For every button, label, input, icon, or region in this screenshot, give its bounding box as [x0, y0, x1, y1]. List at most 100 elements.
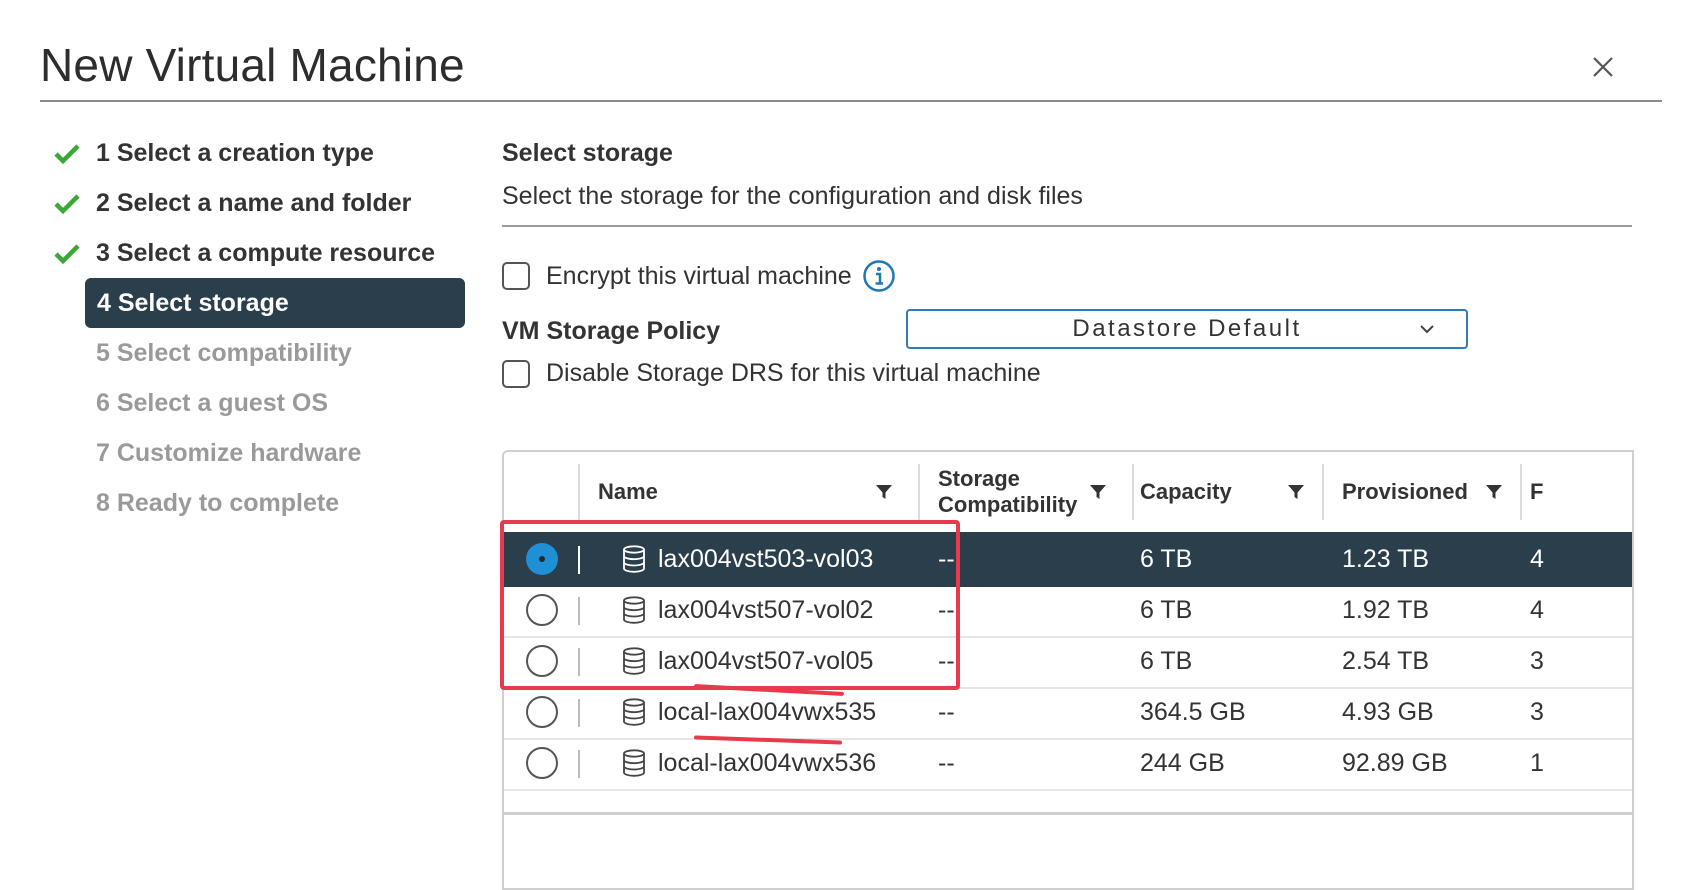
cell-compatibility: --	[938, 545, 955, 573]
database-icon	[623, 596, 645, 624]
datastore-grid: Name Storage Compatibility Capacity Prov…	[502, 450, 1634, 890]
column-divider	[1322, 464, 1324, 520]
row-divider	[578, 648, 580, 676]
cell-free: 3	[1530, 698, 1544, 726]
cell-capacity: 6 TB	[1140, 647, 1193, 675]
encrypt-option: Encrypt this virtual machine	[502, 259, 896, 293]
step-compute-resource[interactable]: 3 Select a compute resource	[52, 228, 472, 278]
cell-compatibility: --	[938, 749, 955, 777]
column-free-label: F	[1530, 479, 1544, 504]
cell-capacity: 244 GB	[1140, 749, 1225, 777]
row-divider	[578, 597, 580, 625]
table-row[interactable]: lax004vst507-vol02 -- 6 TB 1.92 TB 4	[504, 583, 1632, 638]
step-guest-os[interactable]: 6 Select a guest OS	[52, 378, 472, 428]
column-divider	[1520, 464, 1522, 520]
cell-provisioned: 1.23 TB	[1342, 545, 1430, 573]
check-icon	[54, 144, 80, 165]
filter-icon[interactable]	[1286, 482, 1306, 502]
column-divider	[918, 464, 920, 520]
cell-provisioned: 1.92 TB	[1342, 596, 1430, 624]
cell-name: local-lax004vwx536	[658, 749, 877, 777]
row-divider	[578, 750, 580, 778]
step-compatibility[interactable]: 5 Select compatibility	[52, 328, 472, 378]
header-divider	[40, 100, 1662, 102]
disable-drs-option: Disable Storage DRS for this virtual mac…	[502, 359, 1041, 388]
section-description: Select the storage for the configuration…	[502, 182, 1083, 210]
step-label: 7 Customize hardware	[96, 439, 362, 467]
table-row[interactable]: local-lax004vwx535 -- 364.5 GB 4.93 GB 3	[504, 685, 1632, 740]
row-radio[interactable]	[526, 645, 558, 677]
database-icon	[623, 749, 645, 777]
table-row[interactable]: local-lax004vwx536 -- 244 GB 92.89 GB 1	[504, 736, 1632, 791]
row-radio[interactable]	[526, 594, 558, 626]
step-label: 8 Ready to complete	[96, 489, 340, 517]
step-name-folder[interactable]: 2 Select a name and folder	[52, 178, 472, 228]
row-radio[interactable]	[526, 696, 558, 728]
cell-compatibility: --	[938, 647, 955, 675]
database-icon	[623, 647, 645, 675]
filter-icon[interactable]	[1088, 482, 1108, 502]
step-customize-hardware[interactable]: 7 Customize hardware	[52, 428, 472, 478]
check-icon	[54, 194, 80, 215]
column-capacity-label: Capacity	[1140, 479, 1232, 504]
cell-provisioned: 2.54 TB	[1342, 647, 1430, 675]
row-radio[interactable]	[526, 543, 558, 575]
grid-footer-line	[504, 812, 1632, 815]
info-icon[interactable]	[862, 259, 896, 293]
encrypt-checkbox[interactable]	[502, 262, 530, 290]
cell-compatibility: --	[938, 698, 955, 726]
cell-free: 1	[1530, 749, 1544, 777]
step-label: 6 Select a guest OS	[96, 389, 329, 417]
column-provisioned-label: Provisioned	[1342, 479, 1468, 504]
row-radio[interactable]	[526, 747, 558, 779]
encrypt-label: Encrypt this virtual machine	[546, 261, 852, 290]
cell-free: 3	[1530, 647, 1544, 675]
step-ready-to-complete[interactable]: 8 Ready to complete	[52, 478, 472, 528]
database-icon	[623, 698, 645, 726]
step-creation-type[interactable]: 1 Select a creation type	[52, 128, 472, 178]
step-label: 4 Select storage	[97, 289, 289, 317]
cell-capacity: 6 TB	[1140, 596, 1193, 624]
row-divider	[578, 699, 580, 727]
column-compat-label: Storage Compatibility	[938, 466, 1078, 517]
column-divider	[1132, 464, 1134, 520]
table-row[interactable]: lax004vst507-vol05 -- 6 TB 2.54 TB 3	[504, 634, 1632, 689]
column-divider	[578, 464, 580, 520]
storage-policy-label: VM Storage Policy	[502, 317, 721, 345]
cell-provisioned: 92.89 GB	[1342, 749, 1448, 777]
filter-icon[interactable]	[1484, 482, 1504, 502]
step-label: 3 Select a compute resource	[96, 239, 436, 267]
cell-capacity: 364.5 GB	[1140, 698, 1246, 726]
check-icon	[54, 244, 80, 265]
step-storage[interactable]: 4 Select storage	[85, 278, 465, 328]
storage-policy-select[interactable]: Datastore Default	[906, 309, 1468, 349]
column-storage-compatibility[interactable]: Storage Compatibility	[938, 452, 1118, 532]
row-divider	[578, 546, 580, 574]
cell-capacity: 6 TB	[1140, 545, 1193, 573]
chevron-down-icon	[1420, 325, 1434, 334]
storage-panel: Select storage Select the storage for th…	[502, 135, 1632, 388]
cell-free: 4	[1530, 545, 1544, 573]
grid-header: Name Storage Compatibility Capacity Prov…	[504, 452, 1632, 534]
storage-policy-value: Datastore Default	[1072, 315, 1302, 342]
disable-drs-checkbox[interactable]	[502, 359, 530, 388]
close-icon[interactable]	[1588, 52, 1618, 82]
filter-icon[interactable]	[874, 482, 894, 502]
column-free[interactable]: F	[1530, 452, 1610, 532]
step-label: 1 Select a creation type	[96, 139, 374, 167]
column-capacity[interactable]: Capacity	[1140, 452, 1320, 532]
cell-compatibility: --	[938, 596, 955, 624]
column-name-label: Name	[598, 479, 658, 504]
section-title: Select storage	[502, 139, 673, 167]
column-provisioned[interactable]: Provisioned	[1342, 452, 1522, 532]
table-row[interactable]: lax004vst503-vol03 -- 6 TB 1.23 TB 4	[504, 532, 1632, 587]
cell-free: 4	[1530, 596, 1544, 624]
disable-drs-label: Disable Storage DRS for this virtual mac…	[546, 359, 1041, 387]
dialog-title: New Virtual Machine	[40, 39, 465, 91]
cell-name: lax004vst507-vol02	[658, 596, 874, 624]
section-divider	[502, 225, 1632, 227]
cell-name: lax004vst507-vol05	[658, 647, 874, 675]
step-label: 2 Select a name and folder	[96, 189, 412, 217]
column-name[interactable]: Name	[598, 452, 918, 532]
cell-provisioned: 4.93 GB	[1342, 698, 1434, 726]
